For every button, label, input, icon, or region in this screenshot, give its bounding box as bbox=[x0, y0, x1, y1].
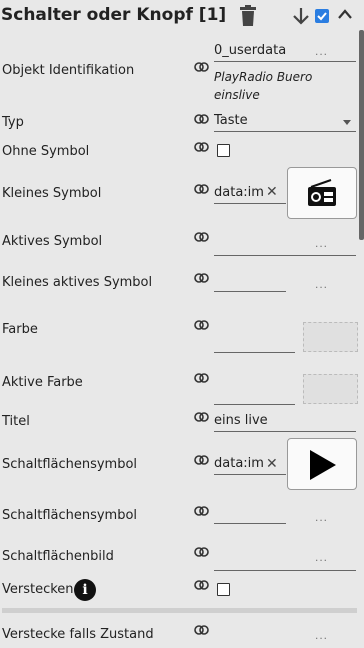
play-icon bbox=[310, 450, 336, 480]
header: Schalter oder Knopf [1] bbox=[0, 0, 364, 34]
label-kleines-symbol: Kleines Symbol bbox=[2, 186, 102, 201]
schaltflaechenbild-input[interactable] bbox=[214, 549, 356, 571]
verstecken-checkbox[interactable] bbox=[217, 583, 230, 596]
trash-icon[interactable] bbox=[239, 5, 257, 27]
link-icon[interactable] bbox=[194, 273, 209, 283]
scrollbar[interactable] bbox=[359, 30, 364, 240]
link-icon[interactable] bbox=[194, 142, 209, 152]
info-icon[interactable]: i bbox=[74, 579, 96, 601]
typ-value: Taste bbox=[214, 113, 248, 128]
select-button[interactable]: ... bbox=[315, 277, 328, 291]
objekt-desc-1: PlayRadio Buero bbox=[214, 70, 313, 84]
label-typ: Typ bbox=[2, 115, 24, 130]
chevron-up-icon[interactable] bbox=[337, 8, 353, 20]
kleines-aktives-symbol-input[interactable] bbox=[214, 270, 286, 292]
link-icon[interactable] bbox=[194, 625, 209, 635]
kleines-symbol-preview[interactable] bbox=[287, 167, 357, 219]
page-title: Schalter oder Knopf [1] bbox=[1, 5, 227, 25]
select-button[interactable]: ... bbox=[315, 510, 328, 524]
link-icon[interactable] bbox=[194, 412, 209, 422]
link-icon[interactable] bbox=[194, 184, 209, 194]
label-aktives-symbol: Aktives Symbol bbox=[2, 234, 103, 249]
titel-value: eins live bbox=[214, 413, 268, 428]
aktive-farbe-color-swatch[interactable] bbox=[303, 374, 358, 404]
link-icon[interactable] bbox=[194, 320, 209, 330]
schaltflaechensymbol-2-input[interactable] bbox=[214, 502, 286, 524]
label-titel: Titel bbox=[2, 414, 30, 429]
ohne-symbol-checkbox[interactable] bbox=[217, 144, 230, 157]
select-button[interactable]: ... bbox=[315, 550, 328, 564]
label-verstecke-falls-zustand: Verstecke falls Zustand bbox=[2, 627, 154, 642]
label-kleines-aktives-symbol: Kleines aktives Symbol bbox=[2, 275, 153, 290]
farbe-input[interactable] bbox=[214, 331, 295, 353]
link-icon[interactable] bbox=[194, 232, 209, 242]
label-objekt-identifikation: Objekt Identifikation bbox=[2, 63, 135, 78]
label-schaltflaechensymbol: Schaltflächensymbol bbox=[2, 457, 138, 472]
link-icon[interactable] bbox=[194, 580, 209, 590]
dropdown-arrow-icon[interactable] bbox=[343, 120, 351, 125]
select-id-button[interactable]: ... bbox=[315, 44, 328, 58]
label-schaltflaechenbild: Schaltflächenbild bbox=[2, 549, 114, 564]
clear-icon[interactable]: ✕ bbox=[266, 183, 279, 200]
schaltflaechensymbol-preview[interactable] bbox=[287, 438, 357, 490]
link-icon[interactable] bbox=[194, 114, 209, 124]
link-icon[interactable] bbox=[194, 455, 209, 465]
label-schaltflaechensymbol-2: Schaltflächensymbol bbox=[2, 508, 138, 523]
link-icon[interactable] bbox=[194, 506, 209, 516]
label-ohne-symbol: Ohne Symbol bbox=[2, 144, 90, 159]
arrow-down-icon[interactable] bbox=[292, 7, 310, 25]
select-button[interactable]: ... bbox=[315, 628, 328, 642]
select-button[interactable]: ... bbox=[315, 236, 328, 250]
radio-icon bbox=[308, 179, 336, 206]
label-verstecken: Verstecken bbox=[2, 582, 74, 597]
link-icon[interactable] bbox=[194, 62, 209, 72]
label-aktive-farbe: Aktive Farbe bbox=[2, 375, 83, 390]
link-icon[interactable] bbox=[194, 373, 209, 383]
schaltflaechensymbol-value: data:im bbox=[214, 456, 264, 471]
checkbox-checked-icon[interactable] bbox=[315, 9, 329, 23]
clear-icon[interactable]: ✕ bbox=[266, 455, 279, 472]
label-farbe: Farbe bbox=[2, 322, 38, 337]
divider bbox=[2, 608, 357, 613]
kleines-symbol-value: data:im bbox=[214, 185, 264, 200]
aktives-symbol-input[interactable] bbox=[214, 234, 356, 256]
aktive-farbe-input[interactable] bbox=[214, 383, 295, 405]
objekt-id-value: 0_userdata bbox=[214, 43, 287, 58]
farbe-color-swatch[interactable] bbox=[303, 322, 358, 352]
objekt-desc-2: einslive bbox=[214, 88, 260, 102]
link-icon[interactable] bbox=[194, 547, 209, 557]
